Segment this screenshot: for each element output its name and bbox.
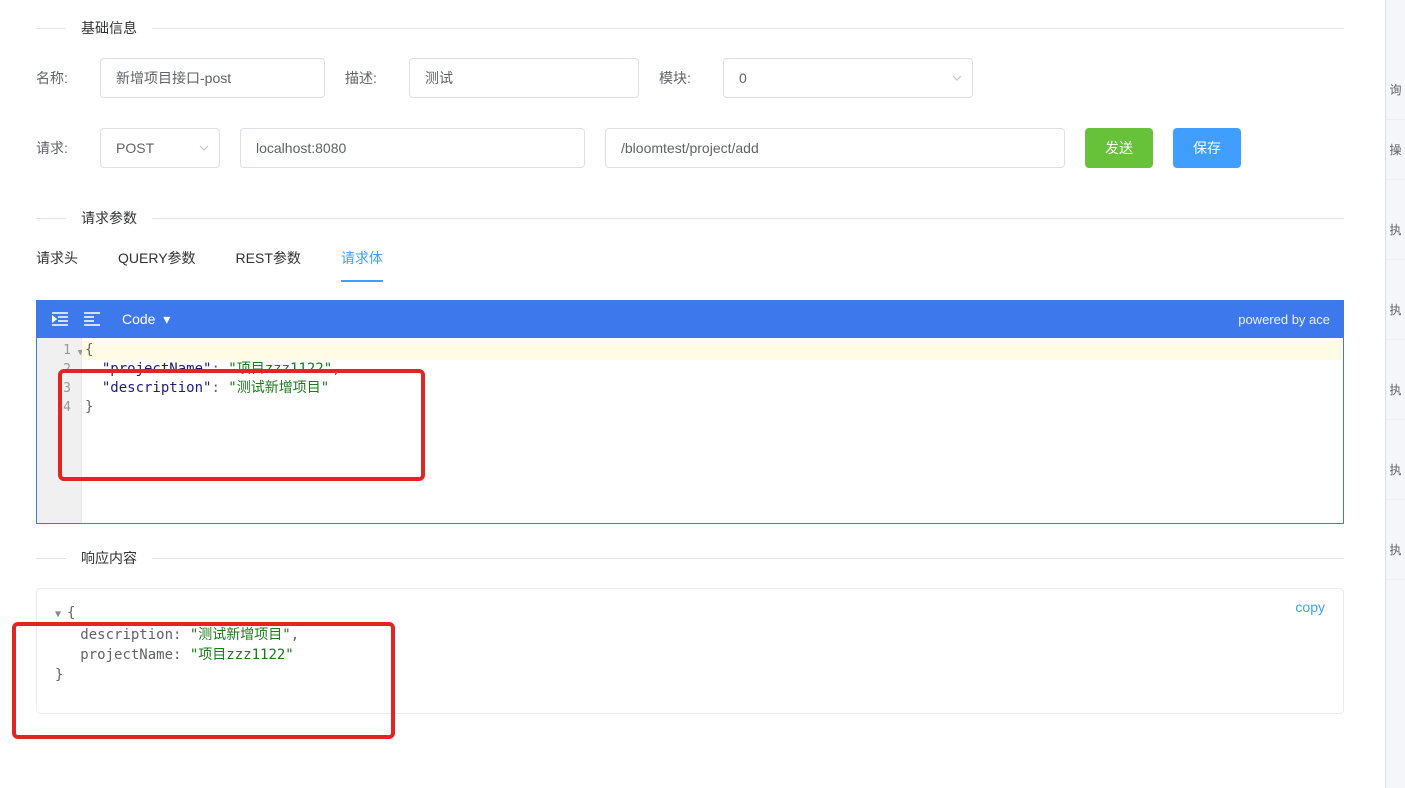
code-line-3: "description": "测试新增项目": [82, 379, 1343, 398]
send-button[interactable]: 发送: [1085, 128, 1153, 168]
desc-input[interactable]: [409, 58, 639, 98]
tab-body[interactable]: 请求体: [341, 248, 383, 282]
code-line-4: }: [82, 398, 1343, 417]
response-line-close: }: [55, 665, 1325, 685]
tab-headers[interactable]: 请求头: [36, 248, 78, 282]
code-line-2: "projectName": "项目zzz1122",: [82, 360, 1343, 379]
section-title-basic: 基础信息: [66, 18, 152, 38]
side-item[interactable]: 执: [1386, 520, 1405, 580]
editor-toolbar: Code ▾ powered by ace: [36, 300, 1344, 338]
side-item[interactable]: 执: [1386, 360, 1405, 420]
response-area: copy ▼{ description: "测试新增项目", projectNa…: [36, 588, 1344, 714]
module-select-value[interactable]: [723, 58, 973, 98]
response-line-2: projectName: "项目zzz1122": [55, 645, 1325, 665]
request-label: 请求:: [36, 138, 80, 158]
indent-left-icon[interactable]: [82, 309, 102, 329]
path-input[interactable]: [605, 128, 1065, 168]
module-select[interactable]: [723, 58, 973, 98]
response-line-1: description: "测试新增项目",: [55, 625, 1325, 645]
tab-rest[interactable]: REST参数: [236, 248, 301, 282]
right-side-panel: 询 操 执 执 执 执 执: [1385, 0, 1405, 788]
side-item[interactable]: 操: [1386, 120, 1405, 180]
name-input[interactable]: [100, 58, 325, 98]
fold-arrow-icon[interactable]: ▼: [55, 605, 67, 625]
side-item[interactable]: 执: [1386, 280, 1405, 340]
indent-right-icon[interactable]: [50, 309, 70, 329]
module-label: 模块:: [659, 68, 703, 88]
side-item[interactable]: 执: [1386, 200, 1405, 260]
code-type-selector[interactable]: Code ▾: [122, 311, 170, 328]
response-line-open: ▼{: [55, 603, 1325, 625]
copy-link[interactable]: copy: [1295, 599, 1325, 615]
code-line-1: {: [82, 341, 1343, 360]
name-label: 名称:: [36, 68, 80, 88]
editor-body[interactable]: 1▼ 2 3 4 { "projectName": "项目zzz1122", "…: [36, 338, 1344, 524]
section-title-params: 请求参数: [66, 208, 152, 228]
section-basic-info: 基础信息: [36, 18, 1344, 38]
powered-by-ace: powered by ace: [1238, 312, 1330, 327]
method-select[interactable]: [100, 128, 220, 168]
side-item[interactable]: 执: [1386, 440, 1405, 500]
host-input[interactable]: [240, 128, 585, 168]
section-response: 响应内容: [36, 548, 1344, 568]
desc-label: 描述:: [345, 68, 389, 88]
tab-query[interactable]: QUERY参数: [118, 248, 196, 282]
side-item[interactable]: 询: [1386, 60, 1405, 120]
editor-gutter: 1▼ 2 3 4: [37, 338, 82, 523]
save-button[interactable]: 保存: [1173, 128, 1241, 168]
section-request-params: 请求参数: [36, 208, 1344, 228]
editor-code[interactable]: { "projectName": "项目zzz1122", "descripti…: [82, 338, 1343, 523]
method-value[interactable]: [100, 128, 220, 168]
section-title-response: 响应内容: [66, 548, 152, 568]
